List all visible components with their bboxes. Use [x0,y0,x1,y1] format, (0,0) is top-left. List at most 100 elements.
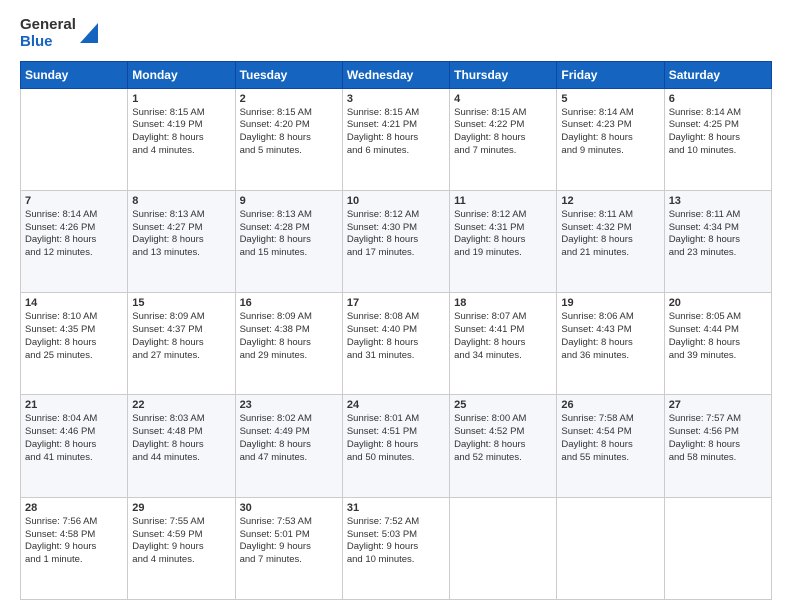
cell-info-line: Daylight: 8 hours [561,439,659,452]
cell-info-line: Daylight: 8 hours [454,439,552,452]
cell-info-line: and 17 minutes. [347,247,445,260]
calendar-cell: 10Sunrise: 8:12 AMSunset: 4:30 PMDayligh… [342,190,449,292]
cell-info-line: Daylight: 8 hours [561,234,659,247]
day-number: 14 [25,297,123,309]
calendar-week-row: 28Sunrise: 7:56 AMSunset: 4:58 PMDayligh… [21,497,772,599]
day-number: 20 [669,297,767,309]
cell-info-line: Daylight: 8 hours [669,439,767,452]
cell-info-line: Sunrise: 8:01 AM [347,413,445,426]
cell-info-line: Sunrise: 8:11 AM [561,209,659,222]
cell-info-line: and 21 minutes. [561,247,659,260]
cell-info-line: Daylight: 8 hours [454,337,552,350]
cell-info-line: Sunrise: 8:14 AM [669,107,767,120]
cell-info-line: and 36 minutes. [561,350,659,363]
cell-info-line: Daylight: 9 hours [132,541,230,554]
day-number: 15 [132,297,230,309]
calendar-cell [664,497,771,599]
cell-info-line: Daylight: 8 hours [132,439,230,452]
calendar-cell: 2Sunrise: 8:15 AMSunset: 4:20 PMDaylight… [235,88,342,190]
day-number: 19 [561,297,659,309]
weekday-header: Monday [128,61,235,88]
cell-info-line: Sunset: 4:25 PM [669,119,767,132]
calendar-cell: 17Sunrise: 8:08 AMSunset: 4:40 PMDayligh… [342,293,449,395]
calendar-header-row: SundayMondayTuesdayWednesdayThursdayFrid… [21,61,772,88]
day-number: 13 [669,195,767,207]
day-number: 21 [25,399,123,411]
weekday-header: Wednesday [342,61,449,88]
cell-info-line: Daylight: 8 hours [25,337,123,350]
header: General Blue [20,16,772,51]
cell-info-line: and 39 minutes. [669,350,767,363]
day-number: 30 [240,502,338,514]
cell-info-line: Daylight: 8 hours [669,234,767,247]
cell-info-line: Sunrise: 7:53 AM [240,516,338,529]
cell-info-line: Sunrise: 8:15 AM [347,107,445,120]
calendar-week-row: 1Sunrise: 8:15 AMSunset: 4:19 PMDaylight… [21,88,772,190]
cell-info-line: Sunset: 4:44 PM [669,324,767,337]
cell-info-line: and 12 minutes. [25,247,123,260]
cell-info-line: Daylight: 8 hours [240,132,338,145]
cell-info-line: and 4 minutes. [132,145,230,158]
cell-info-line: and 34 minutes. [454,350,552,363]
calendar-cell: 29Sunrise: 7:55 AMSunset: 4:59 PMDayligh… [128,497,235,599]
cell-info-line: Sunrise: 8:15 AM [454,107,552,120]
cell-info-line: Sunset: 4:19 PM [132,119,230,132]
calendar-week-row: 14Sunrise: 8:10 AMSunset: 4:35 PMDayligh… [21,293,772,395]
cell-info-line: Sunset: 4:20 PM [240,119,338,132]
day-number: 12 [561,195,659,207]
day-number: 6 [669,93,767,105]
calendar-cell [450,497,557,599]
cell-info-line: Sunset: 4:51 PM [347,426,445,439]
cell-info-line: and 19 minutes. [454,247,552,260]
cell-info-line: Sunrise: 7:57 AM [669,413,767,426]
cell-info-line: Sunset: 4:31 PM [454,222,552,235]
day-number: 7 [25,195,123,207]
calendar-week-row: 7Sunrise: 8:14 AMSunset: 4:26 PMDaylight… [21,190,772,292]
weekday-header: Friday [557,61,664,88]
cell-info-line: Daylight: 9 hours [240,541,338,554]
cell-info-line: Daylight: 8 hours [132,234,230,247]
cell-info-line: Sunset: 4:32 PM [561,222,659,235]
cell-info-line: Sunrise: 8:09 AM [240,311,338,324]
day-number: 23 [240,399,338,411]
calendar-cell: 4Sunrise: 8:15 AMSunset: 4:22 PMDaylight… [450,88,557,190]
cell-info-line: Daylight: 8 hours [561,337,659,350]
cell-info-line: Daylight: 8 hours [25,234,123,247]
cell-info-line: Sunset: 4:22 PM [454,119,552,132]
cell-info-line: and 23 minutes. [669,247,767,260]
cell-info-line: and 9 minutes. [561,145,659,158]
calendar-cell: 12 Sunrise: 8:11 AMSunset: 4:32 PMDayligh… [557,190,664,292]
cell-info-line: and 1 minute. [25,554,123,567]
cell-info-line: and 4 minutes. [132,554,230,567]
cell-info-line: Sunrise: 8:15 AM [132,107,230,120]
day-number: 1 [132,93,230,105]
logo-triangle-icon [80,23,98,43]
cell-info-line: Sunset: 4:54 PM [561,426,659,439]
cell-info-line: Daylight: 8 hours [669,132,767,145]
cell-info-line: and 27 minutes. [132,350,230,363]
cell-info-line: and 5 minutes. [240,145,338,158]
day-number: 3 [347,93,445,105]
calendar-cell: 15Sunrise: 8:09 AMSunset: 4:37 PMDayligh… [128,293,235,395]
cell-info-line: Sunrise: 8:12 AM [347,209,445,222]
cell-info-line: and 7 minutes. [454,145,552,158]
cell-info-line: and 29 minutes. [240,350,338,363]
day-number: 31 [347,502,445,514]
calendar-cell: 25Sunrise: 8:00 AMSunset: 4:52 PMDayligh… [450,395,557,497]
cell-info-line: Daylight: 8 hours [132,337,230,350]
day-number: 4 [454,93,552,105]
calendar-cell: 23Sunrise: 8:02 AMSunset: 4:49 PMDayligh… [235,395,342,497]
calendar-cell: 21Sunrise: 8:04 AMSunset: 4:46 PMDayligh… [21,395,128,497]
calendar-cell: 13Sunrise: 8:11 AMSunset: 4:34 PMDayligh… [664,190,771,292]
calendar-cell: 11Sunrise: 8:12 AMSunset: 4:31 PMDayligh… [450,190,557,292]
cell-info-line: Sunrise: 8:13 AM [132,209,230,222]
cell-info-line: Sunset: 5:01 PM [240,529,338,542]
cell-info-line: Sunrise: 8:02 AM [240,413,338,426]
calendar-cell: 6 Sunrise: 8:14 AMSunset: 4:25 PMDaylight… [664,88,771,190]
cell-info-line: and 41 minutes. [25,452,123,465]
cell-info-line: Daylight: 8 hours [454,234,552,247]
calendar-cell: 18Sunrise: 8:07 AMSunset: 4:41 PMDayligh… [450,293,557,395]
cell-info-line: Sunrise: 7:58 AM [561,413,659,426]
cell-info-line: Sunset: 4:46 PM [25,426,123,439]
cell-info-line: Sunrise: 8:15 AM [240,107,338,120]
